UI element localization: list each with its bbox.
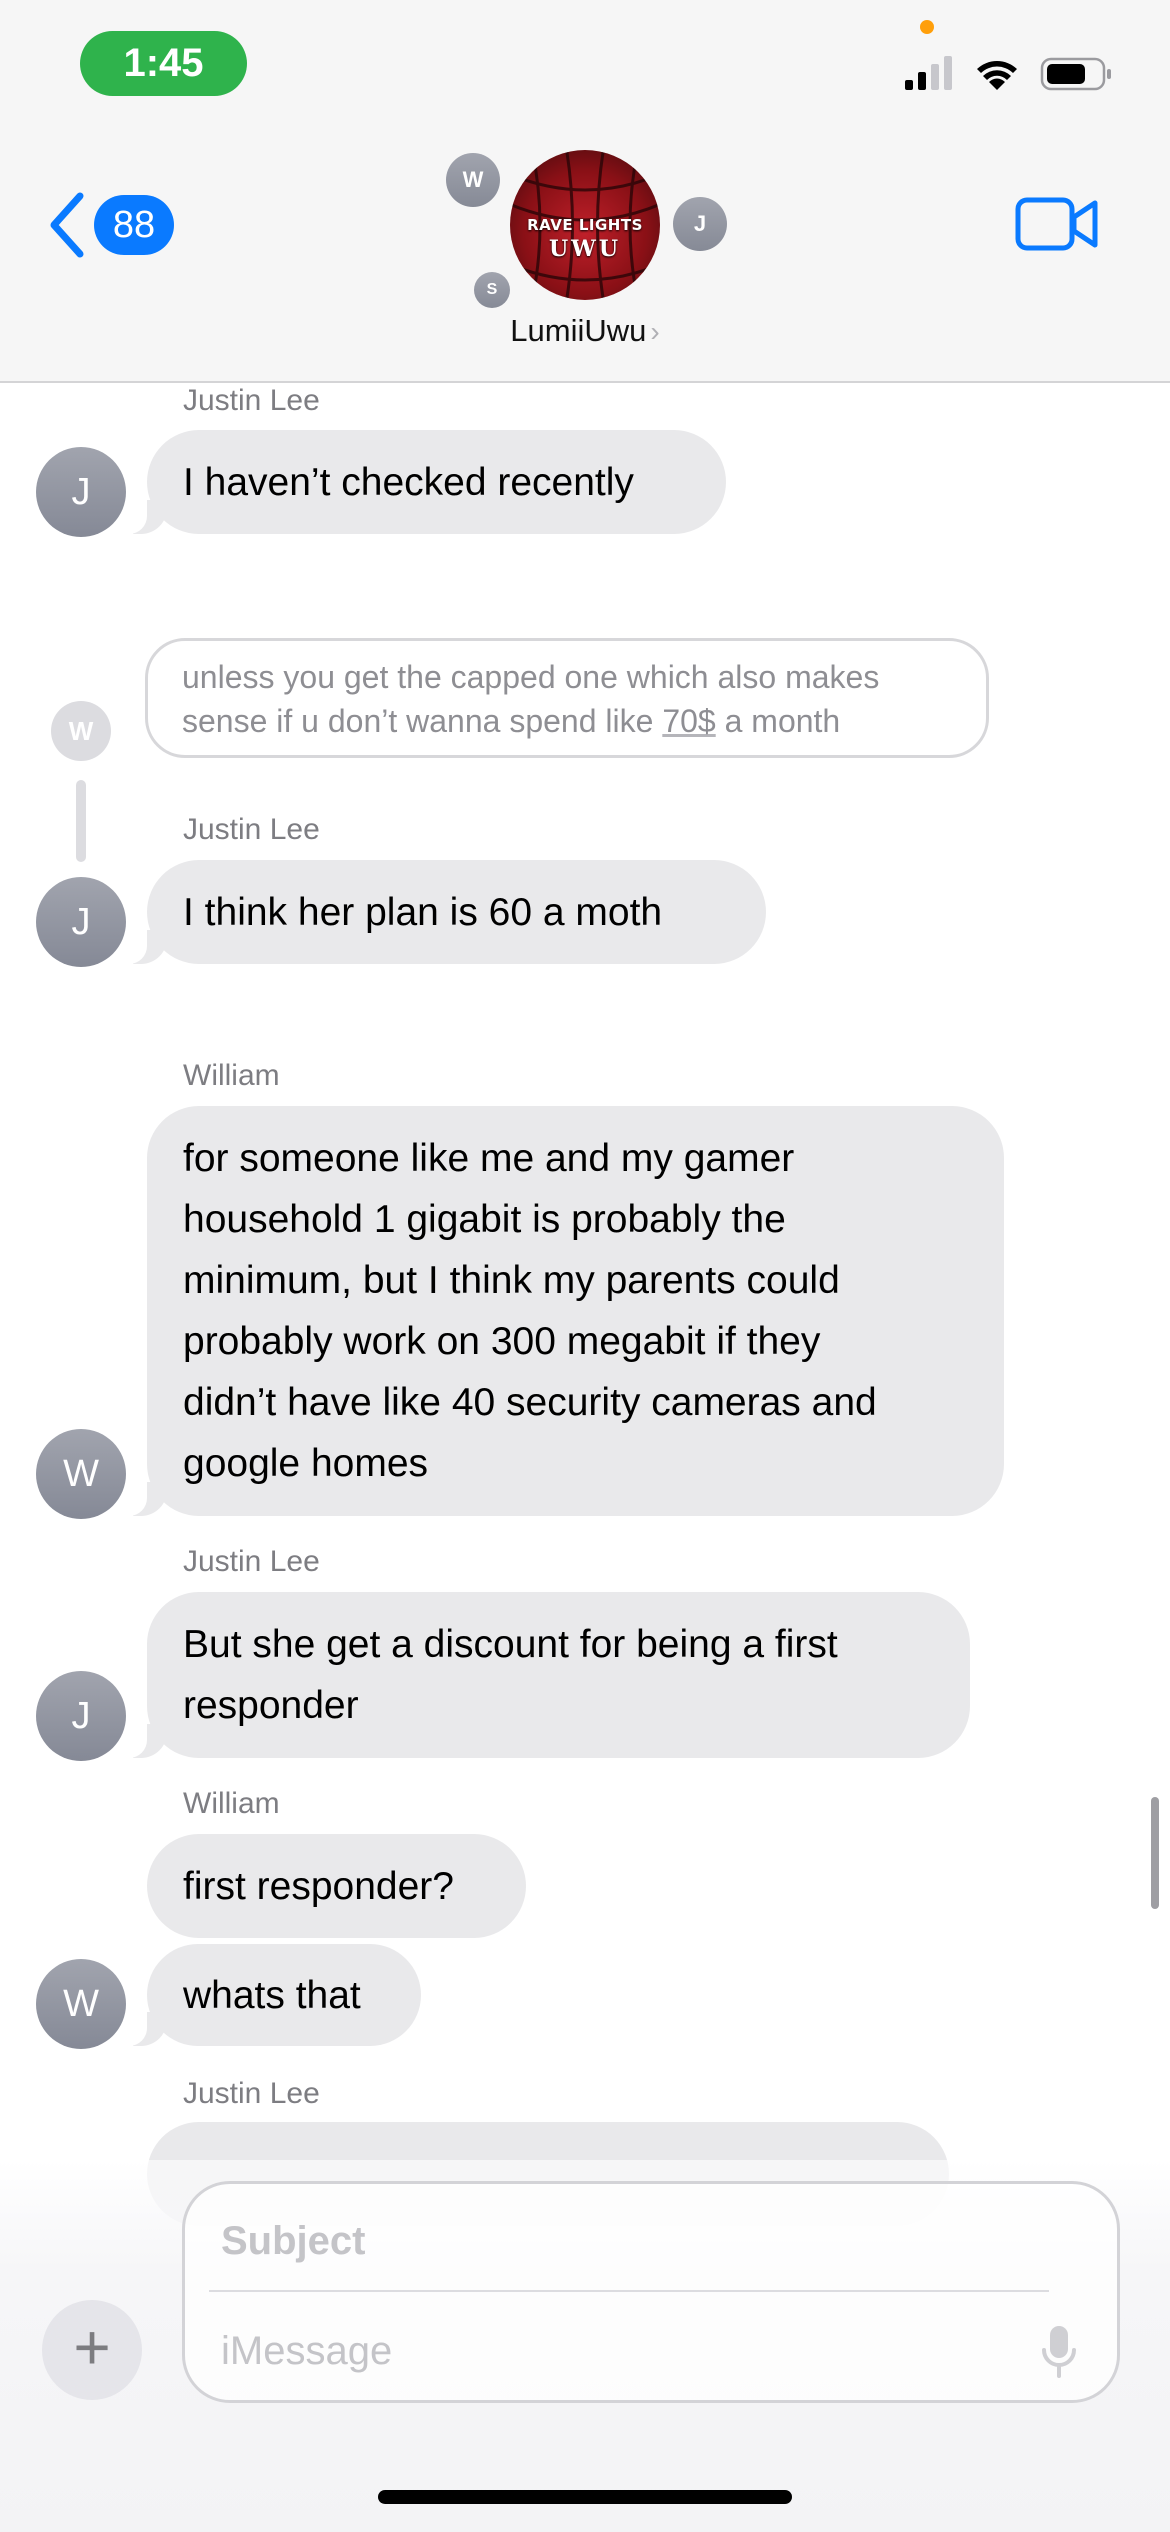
subject-input[interactable] bbox=[219, 2210, 1043, 2272]
sender-name: Justin Lee bbox=[183, 1545, 320, 1578]
status-time[interactable]: 1:45 bbox=[80, 31, 247, 96]
message-bubble[interactable]: for someone like me and my gamer househo… bbox=[121, 1106, 1004, 1516]
status-icons bbox=[905, 56, 1111, 91]
wifi-icon bbox=[977, 61, 1017, 90]
compose-box[interactable] bbox=[182, 2181, 1120, 2403]
participant-avatar-w[interactable]: W bbox=[446, 153, 500, 207]
reply-quote-text-line-2: sense if u don’t wanna spend like 70$ a … bbox=[182, 699, 950, 743]
battery-icon bbox=[1040, 57, 1111, 91]
message-text: But she get a discount for being a first… bbox=[183, 1614, 838, 1736]
reply-quote-bubble[interactable]: unless you get the capped one which also… bbox=[145, 638, 989, 758]
cellular-signal-icon bbox=[905, 56, 952, 90]
unread-count-badge: 88 bbox=[94, 195, 174, 255]
avatar[interactable]: W bbox=[36, 1429, 126, 1519]
chevron-left-icon bbox=[50, 192, 84, 258]
message-text-line: didn’t have like 40 security cameras and bbox=[183, 1381, 877, 1424]
message-text: whats that bbox=[183, 1973, 361, 2017]
compose-divider bbox=[209, 2290, 1049, 2292]
avatar[interactable]: J bbox=[36, 447, 126, 537]
reply-thread-line bbox=[76, 780, 86, 862]
message-text: I think her plan is 60 a moth bbox=[183, 890, 663, 934]
participant-avatar-j[interactable]: J bbox=[673, 197, 727, 251]
reply-avatar: W bbox=[51, 701, 111, 761]
sender-name: Justin Lee bbox=[183, 384, 320, 417]
reply-quote-text-line-1: unless you get the capped one which also… bbox=[182, 659, 880, 695]
message-text: first responder? bbox=[183, 1864, 454, 1908]
conversation-header: 1:45 88 W J S RAVE LIGHTS UWU LumiiUwu › bbox=[0, 0, 1170, 383]
message-text-line: for someone like me and my gamer bbox=[183, 1137, 795, 1180]
message-text-line: responder bbox=[183, 1684, 359, 1727]
group-name-label: LumiiUwu bbox=[510, 313, 647, 348]
group-photo[interactable]: RAVE LIGHTS UWU bbox=[510, 150, 660, 300]
home-indicator[interactable] bbox=[378, 2490, 792, 2504]
group-name[interactable]: LumiiUwu › bbox=[0, 313, 1170, 349]
reply-quote-text-part: a month bbox=[715, 703, 841, 739]
message-bubble[interactable]: But she get a discount for being a first… bbox=[121, 1592, 970, 1758]
privacy-indicator-dot bbox=[920, 20, 934, 34]
back-button[interactable]: 88 bbox=[48, 190, 178, 260]
microphone-icon[interactable] bbox=[1041, 2324, 1077, 2382]
message-bubble[interactable]: whats that bbox=[121, 1944, 421, 2046]
reply-quote-text-part: sense if u don’t wanna spend like bbox=[182, 703, 663, 739]
avatar[interactable]: W bbox=[36, 1959, 126, 2049]
group-photo-subtitle: UWU bbox=[548, 236, 622, 262]
group-photo-title: RAVE LIGHTS bbox=[527, 216, 643, 234]
message-input[interactable] bbox=[219, 2320, 1003, 2382]
sender-name: Justin Lee bbox=[183, 2077, 320, 2110]
sender-name: William bbox=[183, 1059, 280, 1092]
reply-quote-link[interactable]: 70$ bbox=[662, 703, 715, 739]
avatar[interactable]: J bbox=[36, 1671, 126, 1761]
participant-avatar-s[interactable]: S bbox=[474, 272, 510, 308]
message-text-line: minimum, but I think my parents could bbox=[183, 1259, 840, 1302]
message-text: I haven’t checked recently bbox=[183, 460, 634, 504]
message-bubble[interactable]: I think her plan is 60 a moth bbox=[121, 860, 766, 964]
avatar[interactable]: J bbox=[36, 877, 126, 967]
video-camera-icon[interactable] bbox=[1015, 195, 1099, 253]
chevron-right-icon: › bbox=[650, 316, 660, 347]
message-bubble[interactable]: I haven’t checked recently bbox=[121, 430, 726, 534]
sender-name: Justin Lee bbox=[183, 813, 320, 846]
message-text-line: household 1 gigabit is probably the bbox=[183, 1198, 786, 1241]
apps-plus-button[interactable]: + bbox=[42, 2300, 142, 2400]
message-bubble[interactable]: first responder? bbox=[147, 1834, 526, 1938]
message-text: for someone like me and my gamer househo… bbox=[183, 1128, 877, 1494]
sender-name: William bbox=[183, 1787, 280, 1820]
message-text-line: google homes bbox=[183, 1442, 429, 1485]
message-text-line: But she get a discount for being a first bbox=[183, 1623, 838, 1666]
scroll-indicator[interactable] bbox=[1151, 1797, 1159, 1909]
message-text-line: probably work on 300 megabit if they bbox=[183, 1320, 821, 1363]
